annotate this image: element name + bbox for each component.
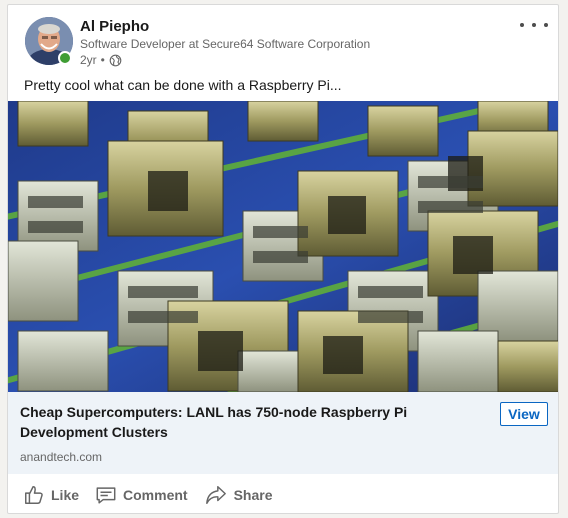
view-button[interactable]: View [500,402,548,426]
link-preview[interactable]: Cheap Supercomputers: LANL has 750-node … [8,392,558,474]
share-label: Share [233,487,273,503]
thumbs-up-icon [23,484,45,506]
more-options-icon[interactable] [520,17,548,33]
like-label: Like [51,487,80,503]
post-header: Al Piepho Software Developer at Secure64… [8,5,558,73]
post-meta: 2yr • [80,53,122,67]
author-headline: Software Developer at Secure64 Software … [80,37,371,51]
share-icon [204,484,228,506]
social-actions-bar: Like Comment Share [8,475,558,513]
post-image[interactable] [8,101,558,392]
online-status-icon [58,51,72,65]
meta-separator: • [100,53,105,67]
comment-button[interactable]: Comment [88,478,195,512]
link-preview-source: anandtech.com [20,450,103,464]
feed-post-card: Al Piepho Software Developer at Secure64… [7,4,559,514]
link-preview-title[interactable]: Cheap Supercomputers: LANL has 750-node … [20,402,490,442]
like-button[interactable]: Like [16,478,86,512]
post-text: Pretty cool what can be done with a Rasp… [24,77,342,93]
author-name[interactable]: Al Piepho [80,18,149,35]
globe-icon [109,54,122,67]
comment-label: Comment [123,487,188,503]
post-timestamp: 2yr [80,53,97,67]
comment-icon [95,484,117,506]
share-button[interactable]: Share [197,478,280,512]
